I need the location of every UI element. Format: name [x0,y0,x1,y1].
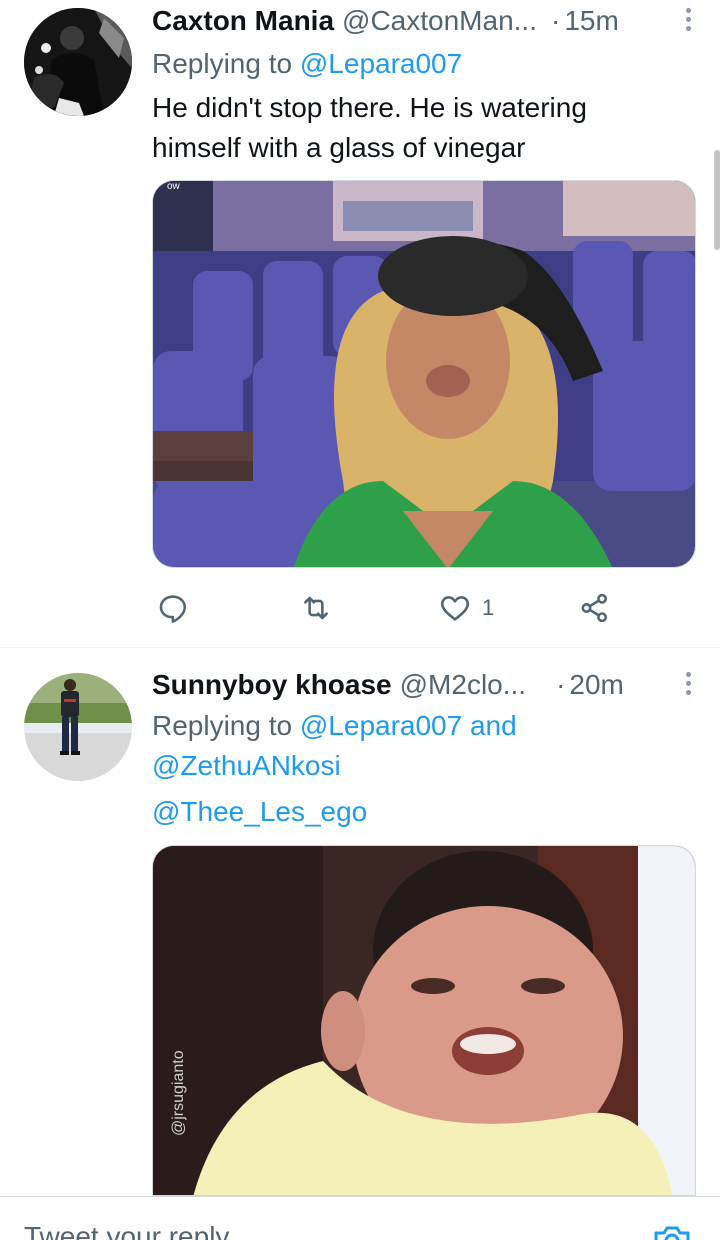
mention-link[interactable]: @ZethuANkosi [152,750,341,781]
display-name[interactable]: Caxton Mania [152,5,334,37]
heart-icon [440,596,470,621]
user-handle[interactable]: @M2clo... [400,669,526,701]
retweet-icon [304,596,328,620]
media-image: @jrsugianto [153,846,695,1195]
retweet-button[interactable] [298,588,334,628]
tweet-sunnyboy-khoase[interactable]: Sunnyboy khoase @M2clo... · 20m Replying… [0,648,720,1196]
user-handle[interactable]: @CaxtonMan... [342,5,537,37]
tweet-caxton-mania[interactable]: Caxton Mania @CaxtonMan... · 15m Replyin… [0,0,720,648]
replying-to-label: Replying to [152,710,293,741]
tweet-text: @Thee_Les_ego [152,792,690,832]
timestamp[interactable]: 15m [564,5,618,37]
like-button[interactable]: 1 [438,588,494,628]
tweet-header: Sunnyboy khoase @M2clo... · 20m [152,664,700,706]
replying-to-label: Replying to [152,48,293,79]
separator-dot: · [550,5,561,36]
tweet-header: Caxton Mania @CaxtonMan... · 15m [152,0,700,42]
media-image: ow [153,181,695,567]
tweet-text-line: himself with a glass of vinegar [152,132,526,163]
mention-link[interactable]: @Thee_Les_ego [152,796,367,827]
timestamp[interactable]: 20m [569,669,623,701]
camera-icon[interactable] [652,1221,692,1240]
tweet-actions: 1 [152,588,632,628]
tweet-media-gif[interactable]: @jrsugianto [152,845,696,1196]
avatar-image [24,673,132,781]
reply-button[interactable] [156,588,190,628]
replying-to: Replying to @Lepara007 and @ZethuANkosi [152,706,700,786]
separator-dot: · [556,669,566,700]
reply-composer[interactable]: Tweet your reply [0,1196,720,1240]
avatar[interactable] [24,8,132,116]
tweet-media-gif[interactable]: ow [152,180,696,568]
mention-link[interactable]: @Lepara007 [300,48,462,79]
avatar-image [24,8,132,116]
display-name[interactable]: Sunnyboy khoase [152,669,392,701]
share-icon [581,593,608,623]
tweet-text: He didn't stop there. He is watering him… [152,88,690,168]
media-watermark: ow [167,181,181,192]
like-count: 1 [482,595,495,620]
tweet-text-line: He didn't stop there. He is watering [152,92,587,123]
avatar[interactable] [24,673,132,781]
media-watermark: @jrsugianto [170,1050,187,1136]
scrollbar[interactable] [714,150,720,250]
more-options-icon[interactable] [676,4,700,38]
reply-icon [159,595,187,623]
mention-link[interactable]: @Lepara007 [300,710,462,741]
more-options-icon[interactable] [676,668,700,702]
share-button[interactable] [578,588,612,628]
mention-and[interactable]: and [470,710,517,741]
reply-input-placeholder[interactable]: Tweet your reply [24,1223,229,1240]
replying-to: Replying to @Lepara007 [152,44,700,84]
